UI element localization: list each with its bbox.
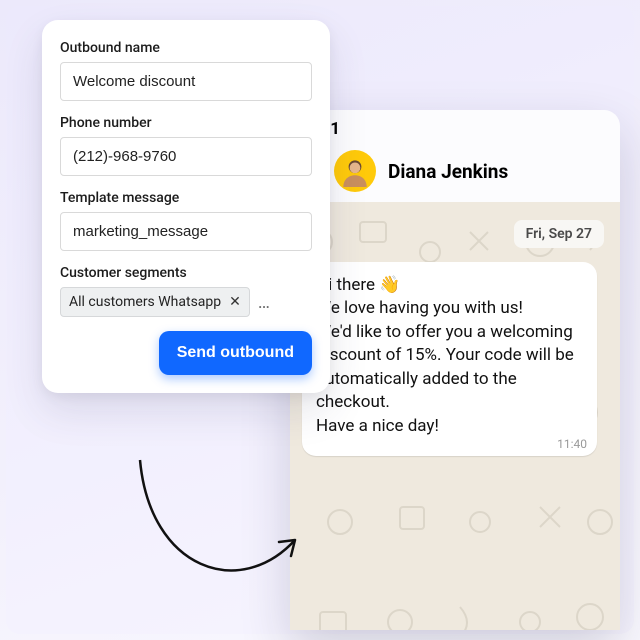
send-outbound-button[interactable]: Send outbound [159,331,312,375]
chat-header: Diana Jenkins [290,148,620,202]
close-icon[interactable]: ✕ [229,295,241,309]
segments-chips: All customers Whatsapp ✕ … [60,287,312,317]
field-outbound-name: Outbound name [60,40,312,101]
segment-chip[interactable]: All customers Whatsapp ✕ [60,287,250,317]
chat-body: Fri, Sep 27 Hi there 👋 We love having yo… [290,202,620,630]
outbound-form-card: Outbound name Phone number Template mess… [42,20,330,393]
chat-message-bubble: Hi there 👋 We love having you with us! W… [302,262,597,456]
input-template-message[interactable] [60,212,312,251]
chat-message-text: Hi there 👋 We love having you with us! W… [316,275,574,436]
input-phone-number[interactable] [60,137,312,176]
field-template-message: Template message [60,190,312,251]
chat-message-time: 11:40 [557,436,587,453]
chat-preview-phone: 9:41 Diana Jenkins [290,110,620,630]
input-outbound-name[interactable] [60,62,312,101]
field-phone-number: Phone number [60,115,312,176]
more-segments-ellipsis: … [258,292,271,313]
segment-chip-label: All customers Whatsapp [69,294,221,310]
label-phone-number: Phone number [60,115,312,131]
label-outbound-name: Outbound name [60,40,312,56]
chat-date-pill: Fri, Sep 27 [514,220,604,248]
avatar[interactable] [334,150,376,192]
contact-name: Diana Jenkins [388,160,508,183]
field-customer-segments: Customer segments All customers Whatsapp… [60,265,312,317]
label-template-message: Template message [60,190,312,206]
phone-statusbar: 9:41 [290,110,620,148]
label-customer-segments: Customer segments [60,265,312,281]
